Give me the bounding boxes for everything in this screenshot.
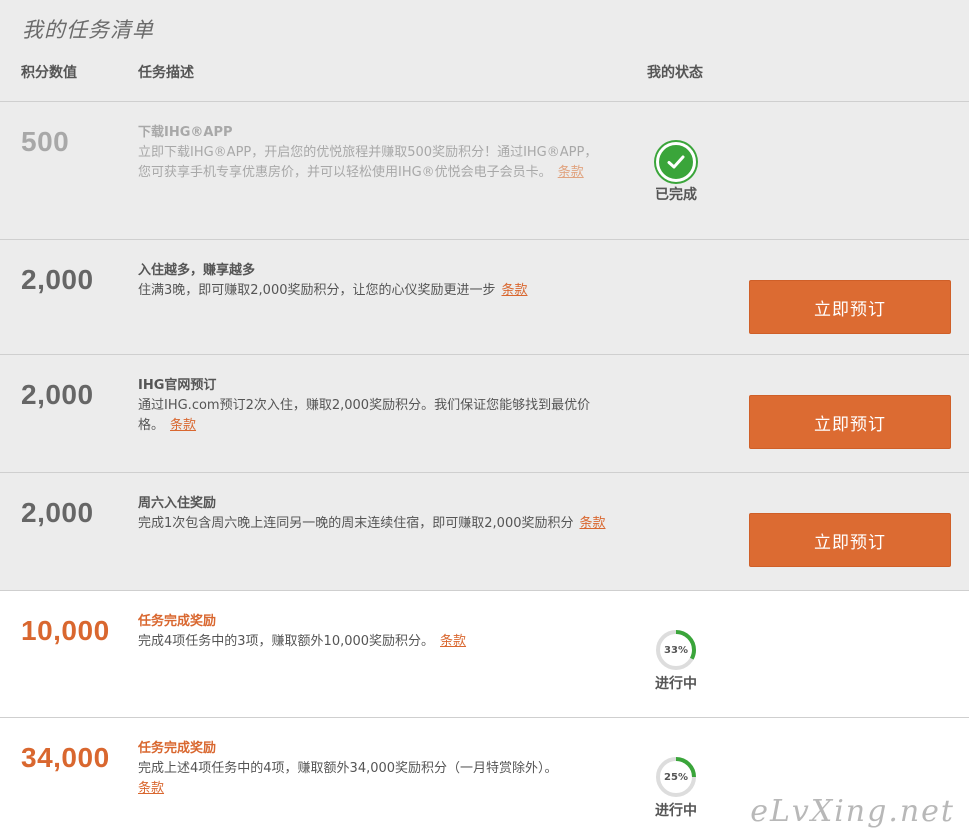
column-header-points: 积分数值 [21,65,77,81]
task-title: IHG官网预订 [138,378,217,393]
progress-ring-icon: 33% [655,629,697,671]
status-label: 进行中 [655,803,697,819]
terms-link[interactable]: 条款 [170,418,196,433]
task-description: IHG官网预订 通过IHG.com预订2次入住，赚取2,000奖励积分。我们保证… [138,376,608,436]
task-detail: 住满3晚，即可赚取2,000奖励积分，让您的心仪奖励更进一步 [138,283,496,298]
task-description: 下载IHG®APP 立即下载IHG®APP，开启您的优悦旅程并赚取500奖励积分… [138,123,606,183]
status-in-progress: 33% 进行中 [640,629,712,693]
task-points: 2,000 [21,264,94,295]
status-label: 已完成 [655,187,697,203]
page-title: 我的任务清单 [22,18,154,42]
task-row-bonus-3-of-4: 10,000 任务完成奖励 完成4项任务中的3项，赚取额外10,000奖励积分。… [0,591,969,718]
task-row-saturday-stay: 2,000 周六入住奖励 完成1次包含周六晚上连同另一晚的周末连续住宿，即可赚取… [0,473,969,591]
task-points: 10,000 [21,615,110,646]
book-now-button[interactable]: 立即预订 [749,280,951,334]
task-title: 下载IHG®APP [138,125,233,140]
task-description: 任务完成奖励 完成上述4项任务中的4项，赚取额外34,000奖励积分（一月特赏除… [138,739,608,799]
task-row-download-app: 500 下载IHG®APP 立即下载IHG®APP，开启您的优悦旅程并赚取500… [0,102,969,240]
progress-percent: 33% [664,644,688,656]
task-detail: 立即下载IHG®APP，开启您的优悦旅程并赚取500奖励积分！通过IHG®APP… [138,145,598,180]
task-title: 任务完成奖励 [138,741,217,756]
column-header-status: 我的状态 [647,65,703,81]
progress-ring-icon: 25% [655,756,697,798]
status-label: 进行中 [655,676,697,692]
task-detail: 完成1次包含周六晚上连同另一晚的周末连续住宿，即可赚取2,000奖励积分 [138,516,574,531]
task-description: 入住越多，赚享越多 住满3晚，即可赚取2,000奖励积分，让您的心仪奖励更进一步… [138,261,608,301]
task-description: 周六入住奖励 完成1次包含周六晚上连同另一晚的周末连续住宿，即可赚取2,000奖… [138,494,608,534]
site-watermark: eLvXing.net [750,794,955,829]
check-circle-icon [656,142,696,182]
task-points: 2,000 [21,497,94,528]
terms-link[interactable]: 条款 [558,165,584,180]
task-row-stay-more: 2,000 入住越多，赚享越多 住满3晚，即可赚取2,000奖励积分，让您的心仪… [0,240,969,355]
book-now-button[interactable]: 立即预订 [749,395,951,449]
terms-link[interactable]: 条款 [502,283,528,298]
task-title: 周六入住奖励 [138,496,217,511]
task-detail: 完成上述4项任务中的4项，赚取额外34,000奖励积分（一月特赏除外）。 [138,761,558,776]
status-completed: 已完成 [640,142,712,204]
task-title: 任务完成奖励 [138,614,217,629]
column-header-description: 任务描述 [138,65,194,81]
task-points: 2,000 [21,379,94,410]
terms-link[interactable]: 条款 [580,516,606,531]
task-points: 500 [21,126,70,157]
task-points: 34,000 [21,742,110,773]
task-row-ihg-booking: 2,000 IHG官网预订 通过IHG.com预订2次入住，赚取2,000奖励积… [0,355,969,473]
task-detail: 完成4项任务中的3项，赚取额外10,000奖励积分。 [138,634,435,649]
terms-link[interactable]: 条款 [138,781,164,796]
status-in-progress: 25% 进行中 [640,756,712,820]
progress-percent: 25% [664,771,688,783]
task-title: 入住越多，赚享越多 [138,263,256,278]
terms-link[interactable]: 条款 [440,634,466,649]
task-list-header: 我的任务清单 积分数值 任务描述 我的状态 [0,0,969,102]
task-detail: 通过IHG.com预订2次入住，赚取2,000奖励积分。我们保证您能够找到最优价… [138,398,591,433]
book-now-button[interactable]: 立即预订 [749,513,951,567]
task-description: 任务完成奖励 完成4项任务中的3项，赚取额外10,000奖励积分。 条款 [138,612,608,652]
